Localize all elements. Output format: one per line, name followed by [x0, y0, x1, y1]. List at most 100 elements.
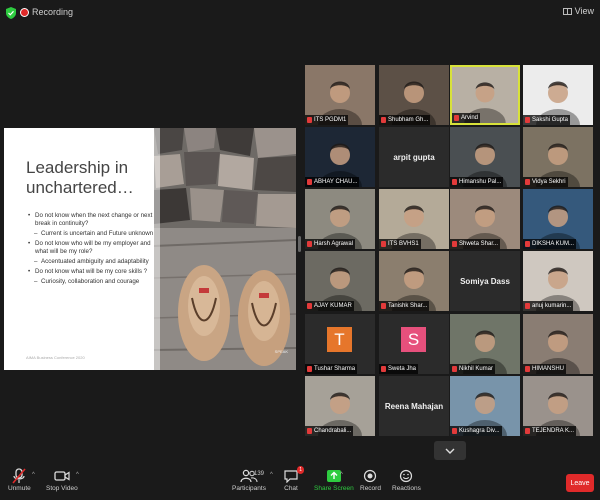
participant-tile[interactable]: Harsh Agrawal — [305, 189, 375, 249]
muted-mic-icon — [381, 117, 386, 123]
participant-name-label: DIKSHA KUM... — [523, 239, 577, 249]
participants-button[interactable]: 139 Participants — [232, 467, 266, 492]
shared-screen-slide: Leadership in unchartered… Do not know w… — [4, 128, 296, 370]
muted-mic-icon — [381, 366, 386, 372]
slide-bullet: Do not know what will be my core skills … — [28, 268, 154, 276]
slide-bullet: Current is uncertain and Future unknown — [28, 230, 154, 238]
participant-tile[interactable]: Somiya Dass — [450, 251, 520, 311]
video-options-caret-icon[interactable]: ^ — [76, 472, 79, 478]
participant-name-label: anuj kumarin... — [523, 301, 574, 311]
slide-bullet: Curiosity, collaboration and courage — [28, 278, 154, 286]
top-bar: Recording View — [0, 0, 600, 26]
participant-tile[interactable]: ABHAY CHAU... — [305, 127, 375, 187]
unmute-button[interactable]: Unmute — [8, 467, 31, 492]
stop-video-label: Stop Video — [46, 485, 78, 492]
view-icon — [562, 7, 572, 15]
muted-mic-icon — [307, 241, 312, 247]
reactions-label: Reactions — [392, 485, 421, 492]
slide-bullet: Accentuated ambiguity and adaptability — [28, 258, 154, 266]
chevron-down-icon — [445, 448, 455, 454]
participant-name-label: ABHAY CHAU... — [305, 177, 360, 187]
stop-video-button[interactable]: Stop Video — [46, 467, 78, 492]
participants-label: Participants — [232, 485, 266, 492]
participant-name-label: Kushagra Div... — [450, 426, 502, 436]
participant-name-label: Tanishk Shar... — [379, 301, 430, 311]
participant-gallery: ITS PGDM1 Shubham Gh... Arvind Sakshi Gupta… — [305, 65, 595, 439]
muted-mic-icon — [452, 428, 457, 434]
participant-tile[interactable]: Arvind — [450, 65, 520, 125]
next-page-button[interactable] — [434, 441, 466, 460]
participant-tile[interactable]: Tanishk Shar... — [379, 251, 449, 311]
record-label: Record — [360, 485, 381, 492]
muted-mic-icon — [525, 366, 530, 372]
participant-name-display: Reena Mahajan — [384, 401, 444, 411]
participant-tile[interactable]: Chandrabali... — [305, 376, 375, 436]
muted-mic-icon — [525, 303, 530, 309]
muted-mic-icon — [452, 241, 457, 247]
share-screen-button[interactable]: Share Screen — [314, 467, 354, 492]
participant-avatar: T — [327, 327, 352, 352]
participant-tile[interactable]: AJAY KUMAR — [305, 251, 375, 311]
muted-mic-icon — [452, 179, 457, 185]
participant-name-display: Somiya Dass — [460, 276, 510, 286]
chat-button[interactable]: 1 Chat — [284, 466, 304, 492]
chat-unread-badge: 1 — [297, 466, 304, 474]
participant-tile[interactable]: Himanshu Pal... — [450, 127, 520, 187]
participant-tile[interactable]: Kushagra Div... — [450, 376, 520, 436]
slide-bullet-list: Do not know when the next change or next… — [28, 212, 154, 288]
slide-title: Leadership in unchartered… — [26, 158, 134, 197]
record-button[interactable]: Record — [360, 467, 381, 492]
participant-tile[interactable]: T Tushar Sharma — [305, 314, 375, 374]
participant-tile[interactable]: HIMANSHU — [523, 314, 593, 374]
slide-footer: AIMA Business Conference 2020 — [26, 355, 85, 360]
muted-mic-icon — [525, 117, 530, 123]
participant-avatar: S — [401, 327, 426, 352]
participant-name-label: Shweta Shar... — [450, 239, 501, 249]
split-divider-handle[interactable] — [298, 236, 301, 252]
participant-tile[interactable]: ITS PGDM1 — [305, 65, 375, 125]
reactions-button[interactable]: Reactions — [392, 467, 421, 492]
muted-mic-icon — [381, 303, 386, 309]
participant-tile[interactable]: Reena Mahajan — [379, 376, 449, 436]
slide-bullet: Do not know when the next change or next… — [28, 212, 154, 228]
participant-tile[interactable]: Nikhil Kumar — [450, 314, 520, 374]
participant-name-label: Harsh Agrawal — [305, 239, 356, 249]
view-button[interactable]: View — [562, 6, 594, 16]
participant-tile[interactable]: S Sweta Jha — [379, 314, 449, 374]
slide-photo — [154, 128, 296, 370]
participant-tile[interactable]: arpit gupta — [379, 127, 449, 187]
meeting-toolbar: Unmute ^ Stop Video ^ 139 Participants ^ — [0, 464, 600, 500]
participant-tile[interactable]: DIKSHA KUM... — [523, 189, 593, 249]
participant-tile[interactable]: anuj kumarin... — [523, 251, 593, 311]
unmute-label: Unmute — [8, 485, 31, 492]
muted-mic-icon — [307, 179, 312, 185]
video-camera-icon — [54, 471, 70, 481]
participants-options-caret-icon[interactable]: ^ — [270, 472, 273, 478]
share-options-caret-icon[interactable]: ^ — [340, 472, 343, 478]
muted-mic-icon — [525, 428, 530, 434]
muted-mic-icon — [454, 115, 459, 121]
muted-mic-icon — [381, 241, 386, 247]
participant-tile[interactable]: ITS BVHS1 — [379, 189, 449, 249]
share-screen-label: Share Screen — [314, 485, 354, 492]
participant-name-label: TEJENDRA K... — [523, 426, 577, 436]
slide-bullet: Do not know who will be my employer and … — [28, 240, 154, 256]
shield-icon[interactable] — [6, 7, 16, 19]
participants-count: 139 — [253, 471, 264, 477]
participant-name-label: Tushar Sharma — [305, 364, 358, 374]
participant-tile[interactable]: Shweta Shar... — [450, 189, 520, 249]
participant-tile[interactable]: TEJENDRA K... — [523, 376, 593, 436]
leave-button[interactable]: Leave — [566, 474, 594, 492]
muted-mic-icon — [307, 117, 312, 123]
slide-watermark: SPEAK — [274, 349, 288, 354]
muted-mic-icon — [307, 428, 312, 434]
participant-tile[interactable]: Sakshi Gupta — [523, 65, 593, 125]
muted-mic-icon — [452, 366, 457, 372]
view-label: View — [574, 6, 594, 16]
participant-tile[interactable]: Shubham Gh... — [379, 65, 449, 125]
audio-options-caret-icon[interactable]: ^ — [32, 472, 35, 478]
muted-mic-icon — [307, 303, 312, 309]
participant-tile[interactable]: Vidya Sekhri — [523, 127, 593, 187]
recording-label: Recording — [32, 7, 74, 17]
chat-label: Chat — [284, 485, 298, 492]
